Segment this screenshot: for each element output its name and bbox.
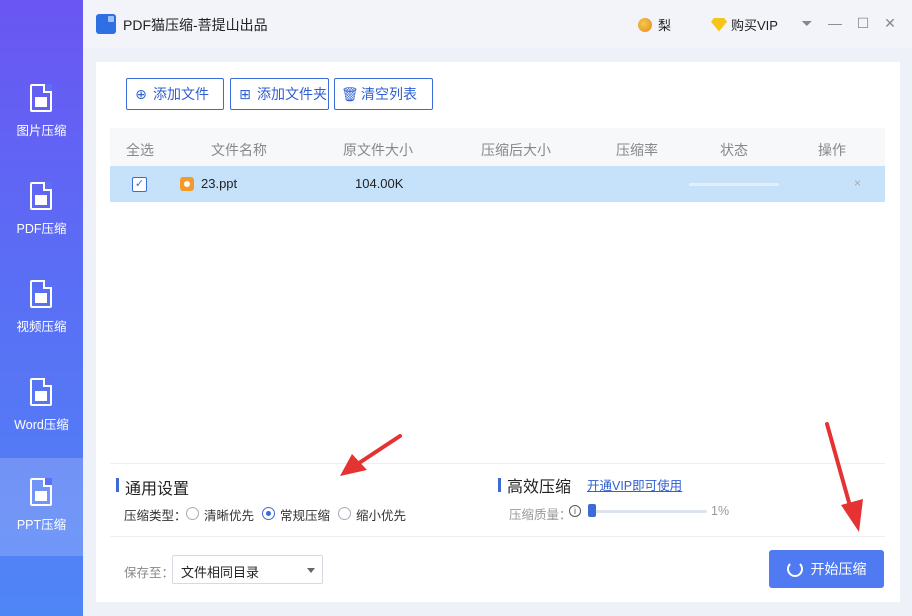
header-status: 状态 — [720, 142, 748, 158]
sidebar-item-label: 视频压缩 — [16, 320, 67, 334]
maximize-button[interactable]: ☐ — [854, 14, 872, 32]
radio-normal[interactable] — [262, 507, 275, 520]
radio-clarity-first[interactable] — [186, 507, 199, 520]
sidebar-item-pdf[interactable]: PDF压缩 — [0, 162, 83, 260]
sidebar-item-word[interactable]: Word压缩 — [0, 358, 83, 456]
app-title: PDF猫压缩-菩提山出品 — [123, 17, 268, 33]
general-settings-title: 通用设置 — [125, 481, 190, 498]
header-compressed-size: 压缩后大小 — [481, 142, 551, 158]
table-header: 全选 文件名称 原文件大小 压缩后大小 压缩率 状态 操作 — [110, 128, 885, 166]
open-vip-link[interactable]: 开通VIP即可使用 — [587, 475, 682, 494]
quality-label: 压缩质量： — [509, 508, 572, 522]
sidebar: 图片压缩 PDF压缩 视频压缩 Word压缩 PPT压缩 — [0, 0, 83, 616]
divider — [110, 536, 885, 537]
title-bar: PDF猫压缩-菩提山出品 梨 购买VIP ⏷ — ☐ ✕ — [0, 0, 912, 48]
minimize-button[interactable]: — — [826, 14, 844, 32]
row-original-size: 104.00K — [355, 176, 404, 191]
clear-list-button[interactable]: 🗑 清空列表 — [334, 78, 433, 110]
add-folder-button[interactable]: ⊞ 添加文件夹 — [230, 78, 329, 110]
header-action: 操作 — [818, 142, 846, 158]
add-folder-icon: ⊞ — [239, 85, 251, 102]
user-avatar-icon — [638, 17, 652, 32]
sidebar-item-ppt[interactable]: PPT压缩 — [0, 458, 83, 556]
pdf-file-icon — [30, 182, 52, 210]
option-normal-label[interactable]: 常规压缩 — [280, 505, 330, 524]
row-file-name: 23.ppt — [201, 176, 238, 191]
close-button[interactable]: ✕ — [881, 14, 899, 32]
chevron-down-icon — [307, 568, 315, 573]
sidebar-item-label: Word压缩 — [14, 418, 69, 432]
row-checkbox[interactable]: ✓ — [132, 177, 147, 192]
buy-vip-label: 购买VIP — [731, 18, 778, 33]
table-row[interactable]: ✓ 23.ppt 104.00K × — [110, 166, 885, 202]
section-marker — [116, 478, 119, 492]
ppt-file-icon — [30, 478, 52, 506]
save-location-value: 文件相同目录 — [181, 565, 260, 580]
quality-slider-thumb[interactable] — [588, 504, 596, 517]
header-file-name: 文件名称 — [211, 142, 267, 158]
app-logo-icon — [96, 14, 116, 34]
save-location-select[interactable]: 文件相同目录 — [172, 555, 323, 584]
header-select-all[interactable]: 全选 — [126, 140, 154, 160]
add-file-icon: ⊕ — [135, 85, 147, 102]
option-size-first-label[interactable]: 缩小优先 — [356, 505, 406, 524]
quality-slider[interactable] — [592, 510, 707, 513]
user-name: 梨 — [658, 18, 672, 33]
word-file-icon — [30, 378, 52, 406]
header-ratio: 压缩率 — [616, 142, 658, 158]
diamond-icon — [711, 17, 727, 32]
sidebar-item-label: PDF压缩 — [16, 222, 67, 236]
image-file-icon — [30, 84, 52, 112]
video-file-icon — [30, 280, 52, 308]
add-file-label: 添加文件 — [153, 86, 209, 102]
option-clarity-first-label[interactable]: 清晰优先 — [204, 505, 254, 524]
add-folder-label: 添加文件夹 — [257, 86, 327, 102]
header-original-size: 原文件大小 — [343, 142, 413, 158]
save-to-label: 保存至： — [124, 566, 175, 580]
sidebar-item-label: 图片压缩 — [16, 124, 67, 138]
main-panel: ⊕ 添加文件 ⊞ 添加文件夹 🗑 清空列表 全选 文件名称 原文件大小 压缩后大… — [96, 62, 900, 602]
add-file-button[interactable]: ⊕ 添加文件 — [126, 78, 224, 110]
start-compression-button[interactable]: 开始压缩 — [769, 550, 884, 588]
efficient-compression-title: 高效压缩 — [507, 479, 572, 496]
buy-vip-button[interactable]: 购买VIP — [711, 15, 778, 34]
row-delete-button[interactable]: × — [854, 176, 861, 190]
sidebar-item-image[interactable]: 图片压缩 — [0, 64, 83, 162]
quality-value: 1% — [711, 504, 730, 518]
divider — [110, 463, 885, 464]
menu-dropdown-icon[interactable]: ⏷ — [798, 14, 816, 32]
section-marker — [498, 478, 501, 492]
clear-list-label: 清空列表 — [361, 86, 417, 102]
info-icon[interactable]: i — [569, 505, 581, 517]
radio-size-first[interactable] — [338, 507, 351, 520]
start-compression-label: 开始压缩 — [810, 561, 867, 577]
compression-type-label: 压缩类型： — [124, 509, 187, 523]
sidebar-item-video[interactable]: 视频压缩 — [0, 260, 83, 358]
sidebar-item-label: PPT压缩 — [16, 518, 67, 532]
refresh-icon — [786, 561, 803, 577]
ppt-file-icon — [180, 177, 194, 191]
user-account[interactable]: 梨 — [638, 15, 671, 34]
row-status-progress — [689, 183, 779, 186]
trash-icon: 🗑 — [341, 85, 359, 102]
